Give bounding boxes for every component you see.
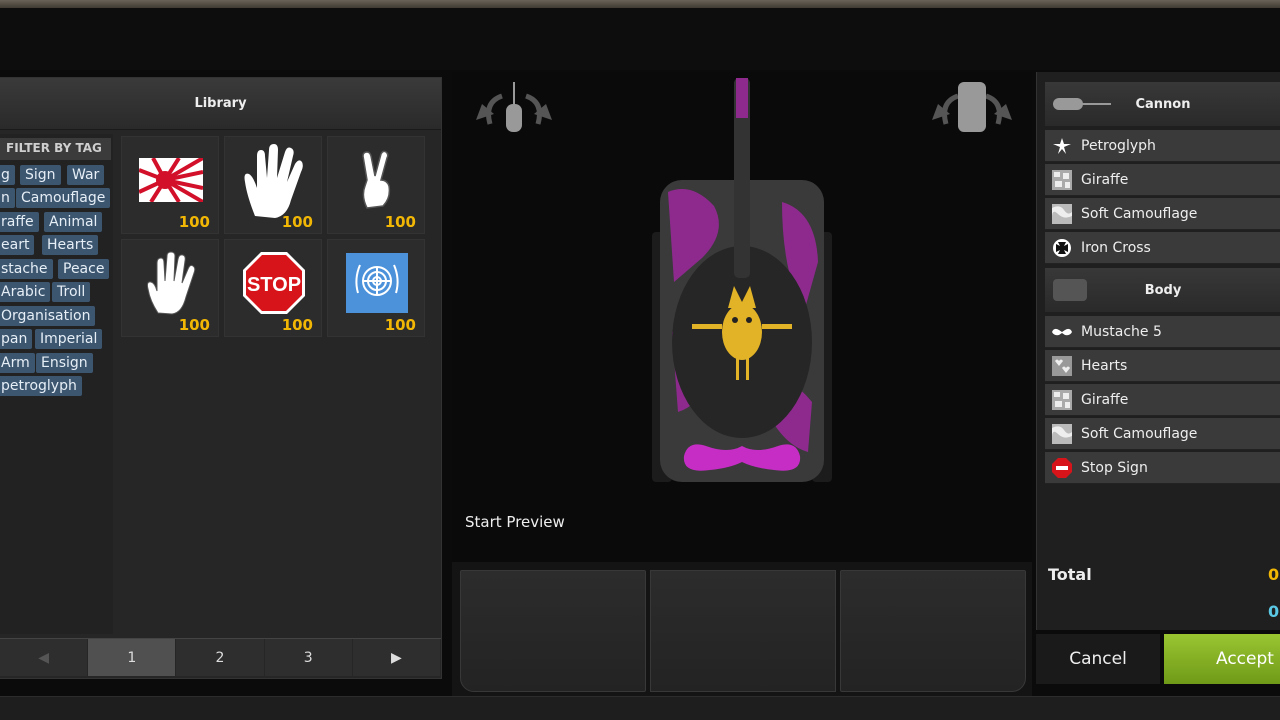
cannon-part-icon (1053, 97, 1113, 111)
tag-chip[interactable]: Arabic (0, 282, 51, 302)
applied-decal-label: Soft Camouflage (1081, 425, 1198, 442)
applied-decal-label: Stop Sign (1081, 459, 1148, 476)
decal-price: 100 (178, 213, 210, 231)
library-title: Library (0, 78, 441, 130)
hearts-pattern-icon (1051, 355, 1073, 377)
applied-decal-row[interactable]: Iron Cross (1045, 232, 1280, 264)
slot-tray (452, 562, 1032, 696)
giraffe-pattern-icon (1051, 389, 1073, 411)
decal-tile[interactable]: STOP 100 (224, 239, 322, 337)
bottom-bar (0, 696, 1280, 720)
decal-tile[interactable]: 100 (327, 136, 425, 234)
decal-slot[interactable] (460, 570, 646, 692)
tag-chip[interactable]: Ensign (36, 353, 93, 373)
tag-chip[interactable]: Imperial (35, 329, 103, 349)
tag-chip[interactable]: Peace (58, 259, 110, 279)
applied-decal-row[interactable]: Petroglyph (1045, 130, 1280, 162)
tag-chip[interactable]: g (0, 165, 15, 185)
pagination: ◀ 1 2 3 ▶ (0, 638, 442, 676)
total-gold-value: 0 (1268, 565, 1280, 584)
decal-price: 100 (281, 213, 313, 231)
vulcan-salute-hand-icon (239, 144, 309, 218)
body-section-header[interactable]: Body (1045, 268, 1280, 312)
tank-preview[interactable] (452, 72, 1032, 562)
tag-chip[interactable]: stache (0, 259, 53, 279)
applied-decal-label: Soft Camouflage (1081, 205, 1198, 222)
top-decor-strip (0, 0, 1280, 8)
stop-sign-icon (1051, 457, 1073, 479)
rising-sun-flag-icon (136, 147, 206, 213)
cannon-section-header[interactable]: Cannon (1045, 82, 1280, 126)
tag-chip[interactable]: eart (0, 235, 35, 255)
page-3-button[interactable]: 3 (265, 639, 353, 676)
applied-decal-row[interactable]: Stop Sign (1045, 452, 1280, 484)
cannon-section-title: Cannon (1135, 96, 1191, 112)
tag-chip[interactable]: Sign (20, 165, 61, 185)
body-section-title: Body (1144, 282, 1182, 298)
tag-filter: FILTER BY TAG g Sign War n Camouflage ra… (0, 134, 113, 634)
open-hand-icon (136, 250, 206, 316)
mustache-icon (1051, 321, 1073, 343)
total-credits-value: 0 (1268, 602, 1280, 621)
decal-tile[interactable]: 100 (224, 136, 322, 234)
un-emblem-icon (342, 250, 412, 316)
library-panel: Library FILTER BY TAG g Sign War n Camou… (0, 77, 442, 679)
decal-slot[interactable] (650, 570, 836, 692)
stop-sign-icon: STOP (239, 250, 309, 316)
tag-chip[interactable]: Arm (0, 353, 35, 373)
accept-button[interactable]: Accept (1164, 634, 1280, 684)
tag-chip[interactable]: Camouflage (16, 188, 111, 208)
tag-chip[interactable]: petroglyph (0, 376, 82, 396)
top-bar (0, 8, 1280, 70)
decal-price: 100 (178, 316, 210, 334)
rotate-cannon-control[interactable] (468, 82, 560, 142)
iron-cross-icon (1051, 237, 1073, 259)
applied-decal-row[interactable]: Giraffe (1045, 164, 1280, 196)
page-1-button[interactable]: 1 (88, 639, 177, 676)
cancel-button[interactable]: Cancel (1036, 634, 1160, 684)
decal-tile[interactable]: 100 (121, 239, 219, 337)
tag-chip[interactable]: Hearts (42, 235, 99, 255)
applied-decal-label: Hearts (1081, 357, 1128, 374)
decal-price: 100 (384, 316, 416, 334)
camouflage-pattern-icon (1051, 203, 1073, 225)
applied-decal-row[interactable]: Soft Camouflage (1045, 418, 1280, 450)
page-2-button[interactable]: 2 (176, 639, 265, 676)
applied-decals-panel: Cannon Petroglyph Giraffe Soft Camouflag… (1036, 72, 1280, 630)
applied-decal-label: Mustache 5 (1081, 323, 1162, 340)
tag-chip[interactable]: War (67, 165, 105, 185)
applied-decal-row[interactable]: Hearts (1045, 350, 1280, 382)
tag-chip[interactable]: pan (0, 329, 33, 349)
tag-chip[interactable]: Animal (44, 212, 103, 232)
applied-decal-row[interactable]: Soft Camouflage (1045, 198, 1280, 230)
applied-decal-label: Giraffe (1081, 391, 1129, 408)
start-preview-button[interactable]: Start Preview (465, 513, 565, 531)
body-part-icon (1053, 279, 1089, 301)
camouflage-pattern-icon (1051, 423, 1073, 445)
applied-decal-row[interactable]: Mustache 5 (1045, 316, 1280, 348)
applied-decal-label: Petroglyph (1081, 137, 1156, 154)
decal-price: 100 (281, 316, 313, 334)
giraffe-pattern-icon (1051, 169, 1073, 191)
petroglyph-icon (1051, 135, 1073, 157)
tag-chip[interactable]: n (0, 188, 15, 208)
tag-chip[interactable]: Organisation (0, 306, 96, 326)
decal-tile[interactable]: 100 (327, 239, 425, 337)
applied-decal-row[interactable]: Giraffe (1045, 384, 1280, 416)
next-page-button[interactable]: ▶ (353, 639, 442, 676)
decal-price: 100 (384, 213, 416, 231)
rotate-body-control[interactable] (922, 82, 1022, 142)
tag-chip[interactable]: Troll (52, 282, 91, 302)
applied-decal-label: Iron Cross (1081, 239, 1151, 256)
prev-page-button[interactable]: ◀ (0, 639, 89, 676)
applied-decal-label: Giraffe (1081, 171, 1129, 188)
tag-chip[interactable]: raffe (0, 212, 39, 232)
decal-tile[interactable]: 100 (121, 136, 219, 234)
peace-sign-hand-icon (342, 147, 412, 213)
decal-slot[interactable] (840, 570, 1026, 692)
stop-sign-text: STOP (247, 274, 301, 296)
filter-title: FILTER BY TAG (0, 138, 111, 160)
tank-model (652, 78, 832, 482)
total-label: Total (1048, 565, 1092, 584)
